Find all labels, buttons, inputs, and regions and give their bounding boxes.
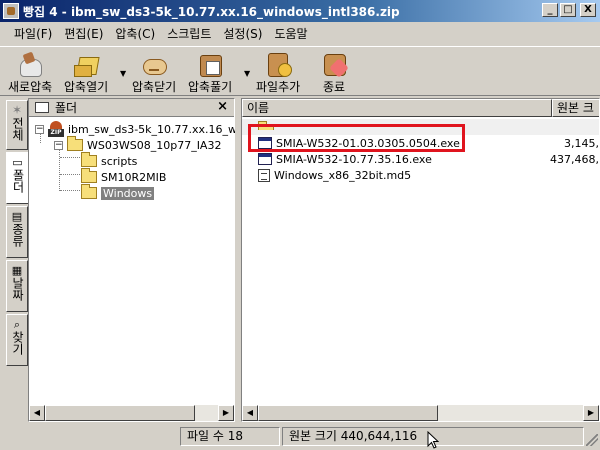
- collapse-root-icon[interactable]: −: [35, 124, 44, 134]
- open-archive-icon: [72, 51, 100, 77]
- mouse-cursor-icon: [427, 431, 439, 449]
- tab-date-label: 날짜: [10, 277, 25, 301]
- highlight-box: [248, 124, 465, 152]
- menu-edit[interactable]: 편집(E): [58, 25, 109, 42]
- exe-file-icon: [258, 153, 272, 165]
- tab-all[interactable]: ✶ 전체: [6, 100, 28, 150]
- status-bar: 파일 수 18 원본 크기 440,644,116: [0, 425, 600, 448]
- add-file-icon: [264, 51, 293, 77]
- tab-find-label: 찾기: [10, 331, 25, 355]
- exit-label: 종료: [322, 80, 346, 94]
- tab-folder-label: 폴더: [11, 169, 25, 193]
- zip-archive-icon: [48, 121, 64, 137]
- folder-icon: [81, 152, 97, 167]
- star-icon: ✶: [11, 103, 23, 117]
- type-icon: ▤: [11, 210, 23, 223]
- menu-settings[interactable]: 설정(S): [217, 25, 268, 42]
- status-file-count: 파일 수 18: [180, 427, 280, 446]
- scroll-right-icon[interactable]: ▶: [218, 405, 234, 421]
- extract-dropdown-arrow-icon[interactable]: ▼: [244, 69, 250, 78]
- file-row[interactable]: SMIA-W532-10.77.35.16.exe 437,468,: [242, 151, 599, 167]
- tab-type[interactable]: ▤ 종류: [6, 206, 28, 258]
- tab-type-label: 종류: [10, 223, 25, 247]
- folder-open-icon: [81, 184, 97, 199]
- file-name: SMIA-W532-10.77.35.16.exe: [276, 152, 432, 166]
- close-archive-button[interactable]: 압축닫기: [132, 51, 176, 95]
- folder-pane-close-icon[interactable]: ×: [217, 99, 228, 114]
- new-archive-button[interactable]: 새로압축: [8, 51, 52, 95]
- collapse-folder-icon[interactable]: −: [54, 140, 63, 150]
- tree-folder-windows[interactable]: Windows: [81, 184, 155, 201]
- folder-icon: ▭: [12, 156, 23, 169]
- file-name: Windows_x86_32bit.md5: [274, 168, 412, 182]
- folder-pane-icon: [35, 102, 49, 113]
- folder-pane-title: 폴더: [55, 101, 78, 115]
- maximize-button[interactable]: □: [560, 3, 576, 17]
- folder-pane-scrollbar[interactable]: ◀ ▶: [29, 405, 234, 421]
- tab-find[interactable]: ⌕ 찾기: [6, 314, 28, 366]
- file-size: 437,468,: [550, 152, 599, 166]
- extract-button[interactable]: 압축풀기: [188, 51, 232, 95]
- folder-icon: [67, 136, 83, 151]
- extract-label: 압축풀기: [188, 80, 233, 94]
- file-size: 3,145,: [564, 136, 599, 150]
- tab-all-label: 전체: [10, 117, 25, 141]
- resize-grip-icon[interactable]: [586, 434, 598, 446]
- tree-folder-scripts-label: scripts: [101, 154, 138, 168]
- new-archive-icon: [16, 51, 44, 77]
- close-archive-icon: [140, 51, 168, 77]
- close-button[interactable]: X: [580, 3, 596, 17]
- column-size-header[interactable]: 원본 크: [552, 99, 599, 117]
- exit-button[interactable]: 종료: [320, 51, 348, 95]
- menu-compress[interactable]: 압축(C): [109, 25, 161, 42]
- extract-icon: [196, 51, 224, 77]
- open-archive-label: 압축열기: [64, 80, 109, 94]
- tab-date[interactable]: ▦ 날짜: [6, 260, 28, 312]
- menu-help[interactable]: 도움말: [268, 25, 313, 42]
- app-icon[interactable]: [3, 3, 19, 19]
- scroll-left-icon[interactable]: ◀: [29, 405, 45, 421]
- window-title: 빵집 4 - ibm_sw_ds3-5k_10.77.xx.16_windows…: [23, 4, 400, 19]
- minimize-button[interactable]: _: [542, 3, 558, 17]
- menu-file[interactable]: 파일(F): [8, 25, 58, 42]
- column-name-header[interactable]: 이름: [242, 99, 552, 117]
- menu-bar: 파일(F) 편집(E) 압축(C) 스크립트 설정(S) 도움말: [0, 22, 600, 44]
- menu-script[interactable]: 스크립트: [161, 25, 217, 42]
- tree-folder-ws03[interactable]: − WS03WS08_10p77_IA32: [54, 136, 222, 153]
- exit-icon: [320, 51, 348, 77]
- tree-folder-ws03-label: WS03WS08_10p77_IA32: [87, 138, 222, 152]
- folder-pane-header: 폴더 ×: [29, 99, 234, 117]
- open-archive-button[interactable]: 압축열기: [64, 51, 108, 95]
- tab-folder[interactable]: ▭ 폴더: [6, 152, 28, 204]
- new-archive-label: 새로압축: [8, 80, 53, 94]
- scroll-right-icon[interactable]: ▶: [583, 405, 599, 421]
- add-file-button[interactable]: 파일추가: [256, 51, 300, 95]
- title-bar: 빵집 4 - ibm_sw_ds3-5k_10.77.xx.16_windows…: [0, 0, 600, 22]
- open-dropdown-arrow-icon[interactable]: ▼: [120, 69, 126, 78]
- tree-folder-sm10r2mib[interactable]: SM10R2MIB: [81, 168, 167, 185]
- scroll-left-icon[interactable]: ◀: [242, 405, 258, 421]
- date-icon: ▦: [11, 264, 23, 277]
- tree-folder-scripts[interactable]: scripts: [81, 152, 138, 169]
- file-pane-scrollbar[interactable]: ◀ ▶: [242, 405, 599, 421]
- file-row[interactable]: Windows_x86_32bit.md5: [242, 167, 599, 183]
- md5-file-icon: [258, 168, 270, 182]
- toolbar: 새로압축 압축열기 ▼ 압축닫기 압축풀기 ▼ 파일추가 종료: [0, 46, 600, 96]
- add-file-label: 파일추가: [256, 80, 301, 94]
- tree-folder-sm10r2mib-label: SM10R2MIB: [101, 170, 167, 184]
- scroll-thumb[interactable]: [45, 405, 195, 421]
- find-icon: ⌕: [13, 318, 21, 331]
- tree-folder-windows-label: Windows: [101, 186, 155, 200]
- side-tabs: ✶ 전체 ▭ 폴더 ▤ 종류 ▦ 날짜 ⌕ 찾기: [6, 100, 28, 410]
- scroll-thumb[interactable]: [258, 405, 438, 421]
- folder-pane: 폴더 × − ibm_sw_ds3-5k_10.77.xx.16_windows…: [28, 98, 339, 422]
- folder-icon: [81, 168, 97, 183]
- close-archive-label: 압축닫기: [132, 80, 177, 94]
